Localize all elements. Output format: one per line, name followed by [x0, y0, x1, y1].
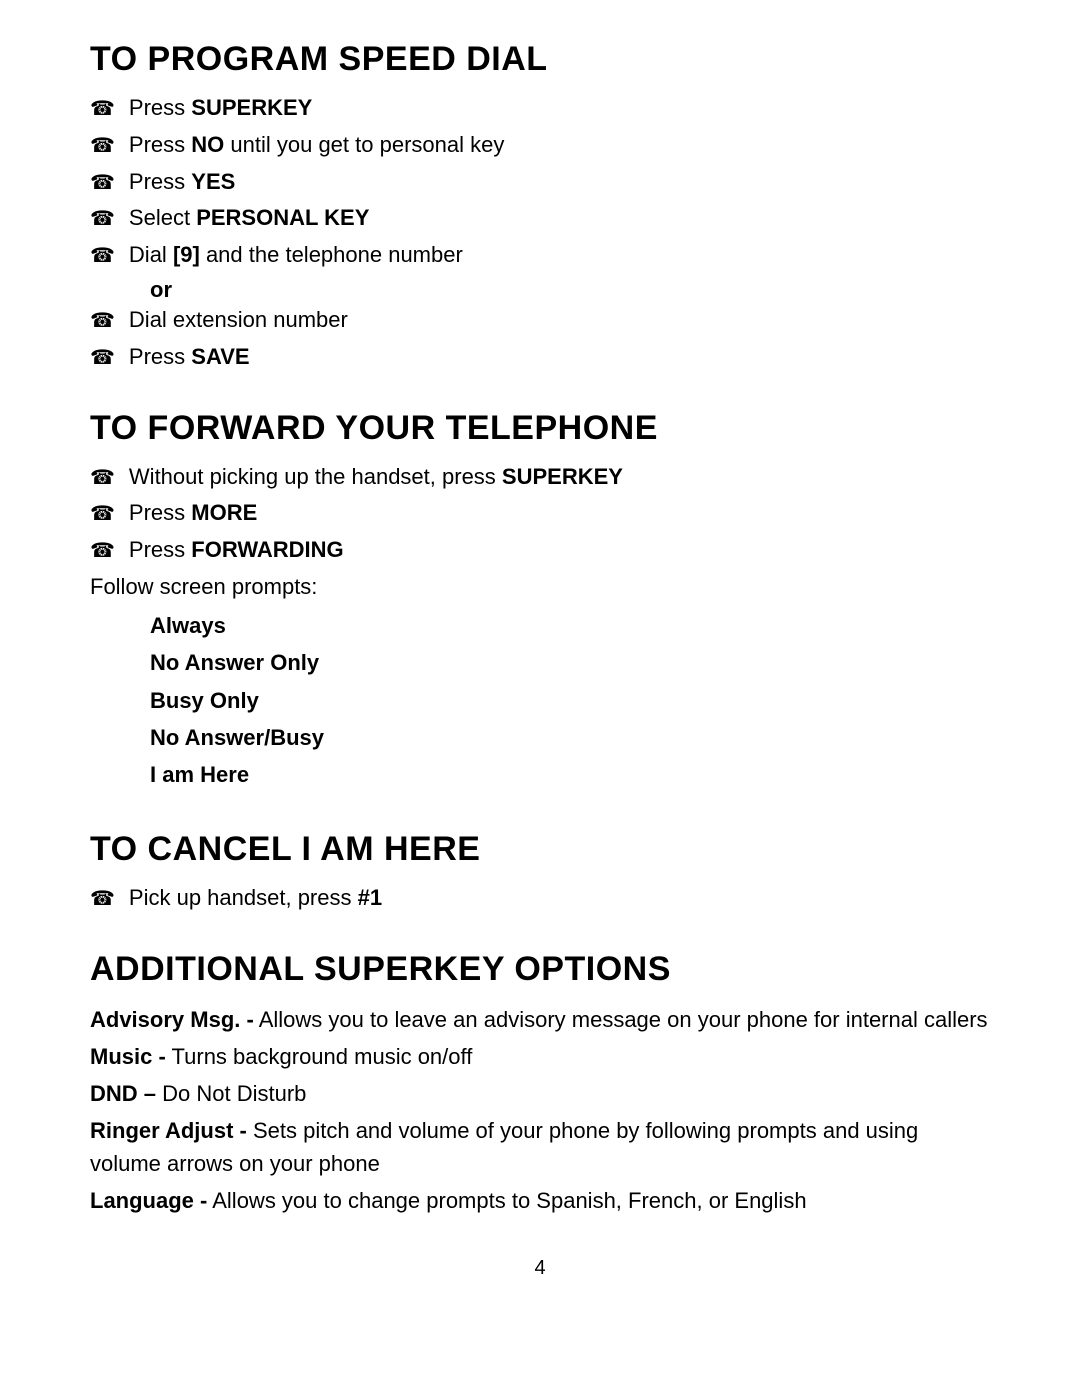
- step-more: ☎ Press MORE: [90, 498, 990, 529]
- step-dial-9: ☎ Dial [9] and the telephone number: [90, 240, 990, 271]
- music-item: Music - Turns background music on/off: [90, 1040, 990, 1073]
- forward-steps: ☎ Without picking up the handset, press …: [90, 462, 990, 566]
- speed-dial-steps: ☎ Press SUPERKEY ☎ Press NO until you ge…: [90, 93, 990, 271]
- dnd-item: DND – Do Not Disturb: [90, 1077, 990, 1110]
- option-i-am-here: I am Here: [150, 756, 990, 793]
- forward-section: TO FORWARD YOUR TELEPHONE ☎ Without pick…: [90, 409, 990, 794]
- step-no: ☎ Press NO until you get to personal key: [90, 130, 990, 161]
- ringer-adjust-item: Ringer Adjust - Sets pitch and volume of…: [90, 1114, 990, 1180]
- page-number: 4: [90, 1257, 990, 1280]
- language-item: Language - Allows you to change prompts …: [90, 1184, 990, 1217]
- additional-title: ADDITIONAL SUPERKEY OPTIONS: [90, 950, 990, 989]
- step-text-3: Press YES: [129, 167, 990, 198]
- step-save: ☎ Press SAVE: [90, 342, 990, 373]
- step-text-8: Without picking up the handset, press SU…: [129, 462, 990, 493]
- phone-icon-2: ☎: [90, 132, 115, 160]
- phone-icon-8: ☎: [90, 464, 115, 492]
- additional-section: ADDITIONAL SUPERKEY OPTIONS Advisory Msg…: [90, 950, 990, 1217]
- speed-dial-section: TO PROGRAM SPEED DIAL ☎ Press SUPERKEY ☎…: [90, 40, 990, 373]
- step-text-7: Press SAVE: [129, 342, 990, 373]
- phone-icon-6: ☎: [90, 307, 115, 335]
- step-text-10: Press FORWARDING: [129, 535, 990, 566]
- speed-dial-title: TO PROGRAM SPEED DIAL: [90, 40, 990, 79]
- step-text-11: Pick up handset, press #1: [129, 883, 990, 914]
- phone-icon-7: ☎: [90, 344, 115, 372]
- phone-icon-11: ☎: [90, 885, 115, 913]
- step-without-handset: ☎ Without picking up the handset, press …: [90, 462, 990, 493]
- phone-icon-10: ☎: [90, 537, 115, 565]
- step-dial-extension: ☎ Dial extension number: [90, 305, 990, 336]
- step-forwarding: ☎ Press FORWARDING: [90, 535, 990, 566]
- forward-title: TO FORWARD YOUR TELEPHONE: [90, 409, 990, 448]
- cancel-steps: ☎ Pick up handset, press #1: [90, 883, 990, 914]
- speed-dial-steps-2: ☎ Dial extension number ☎ Press SAVE: [90, 305, 990, 373]
- step-text-2: Press NO until you get to personal key: [129, 130, 990, 161]
- step-text-9: Press MORE: [129, 498, 990, 529]
- phone-icon-1: ☎: [90, 95, 115, 123]
- phone-icon-3: ☎: [90, 169, 115, 197]
- step-superkey: ☎ Press SUPERKEY: [90, 93, 990, 124]
- phone-icon-9: ☎: [90, 500, 115, 528]
- follow-prompts-label: Follow screen prompts:: [90, 572, 990, 603]
- option-busy-only: Busy Only: [150, 682, 990, 719]
- or-text: or: [150, 277, 990, 303]
- option-always: Always: [150, 607, 990, 644]
- option-no-answer-busy: No Answer/Busy: [150, 719, 990, 756]
- step-text-4: Select PERSONAL KEY: [129, 203, 990, 234]
- step-pickup-handset: ☎ Pick up handset, press #1: [90, 883, 990, 914]
- cancel-section: TO CANCEL I AM HERE ☎ Pick up handset, p…: [90, 830, 990, 914]
- step-personal-key: ☎ Select PERSONAL KEY: [90, 203, 990, 234]
- step-yes: ☎ Press YES: [90, 167, 990, 198]
- phone-icon-5: ☎: [90, 242, 115, 270]
- step-text-6: Dial extension number: [129, 305, 990, 336]
- advisory-msg-item: Advisory Msg. - Allows you to leave an a…: [90, 1003, 990, 1036]
- cancel-title: TO CANCEL I AM HERE: [90, 830, 990, 869]
- step-text-5: Dial [9] and the telephone number: [129, 240, 990, 271]
- step-text-1: Press SUPERKEY: [129, 93, 990, 124]
- option-no-answer-only: No Answer Only: [150, 644, 990, 681]
- phone-icon-4: ☎: [90, 205, 115, 233]
- forward-options: Always No Answer Only Busy Only No Answe…: [150, 607, 990, 794]
